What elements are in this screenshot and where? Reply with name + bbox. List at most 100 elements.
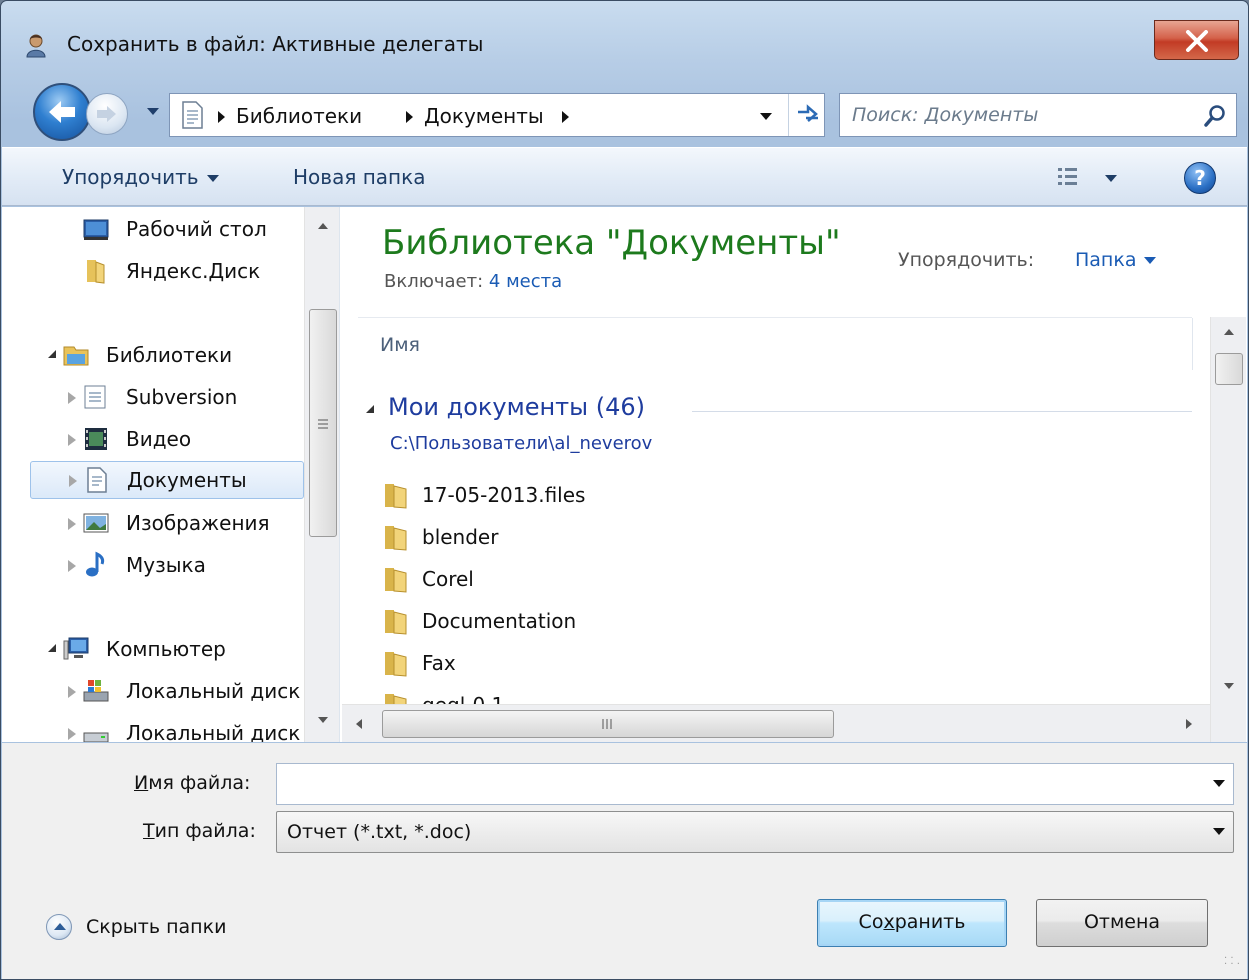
group-header[interactable]: Мои документы (46) <box>362 393 1202 429</box>
back-button[interactable] <box>33 83 91 141</box>
sidebar-item-video[interactable]: Видео <box>62 421 304 457</box>
filetype-select[interactable]: Отчет (*.txt, *.doc) <box>276 811 1234 853</box>
file-name: Corel <box>422 567 474 591</box>
collapsed-arrow-icon[interactable] <box>68 392 76 404</box>
arrange-by-dropdown[interactable]: Папка <box>1075 249 1157 271</box>
folder-icon <box>385 652 407 677</box>
scroll-thumb[interactable] <box>1215 353 1243 385</box>
libraries-icon <box>63 346 89 366</box>
help-icon[interactable]: ? <box>1184 162 1216 194</box>
local-disk-icon <box>83 680 109 702</box>
expanded-arrow-icon[interactable] <box>366 405 374 413</box>
list-horizontal-scrollbar[interactable] <box>342 704 1210 742</box>
expanded-arrow-icon[interactable] <box>48 350 56 358</box>
forward-arrow-icon <box>97 106 116 122</box>
search-box[interactable]: Поиск: Документы <box>839 93 1237 137</box>
scroll-thumb[interactable] <box>309 309 337 537</box>
sidebar-item-desktop[interactable]: Рабочий стол <box>82 211 302 247</box>
scroll-up-icon[interactable] <box>318 223 328 229</box>
address-dropdown-icon[interactable] <box>760 113 772 120</box>
filetype-label: Тип файла: <box>143 820 256 842</box>
filename-label-accelerator: И <box>134 772 149 794</box>
user-icon <box>26 34 46 58</box>
column-header-name[interactable]: Имя <box>380 334 420 356</box>
navigation-scrollbar[interactable] <box>304 207 339 742</box>
close-button[interactable] <box>1154 20 1239 60</box>
sidebar-item-yandex-disk[interactable]: Яндекс.Диск <box>82 253 302 289</box>
resize-grip-icon[interactable]: . .. . . <box>1224 951 1240 967</box>
file-name: Fax <box>422 651 456 675</box>
scroll-thumb[interactable] <box>382 710 834 738</box>
collapsed-arrow-icon[interactable] <box>69 475 77 487</box>
list-item[interactable]: 17-05-2013.files ( <box>378 477 1216 513</box>
save-button[interactable]: Сохранить <box>817 899 1007 947</box>
breadcrumb-documents[interactable]: Документы <box>424 104 544 128</box>
scroll-left-icon[interactable] <box>356 719 362 729</box>
save-form: Имя файла: Тип файла: Отчет (*.txt, *.do… <box>2 743 1247 979</box>
filename-input[interactable] <box>276 763 1234 805</box>
forward-button[interactable] <box>86 93 128 135</box>
sidebar-item-local-disk-c[interactable]: Локальный диск <box>62 673 304 709</box>
sidebar-item-label: Локальный диск <box>126 679 301 703</box>
file-name: gegl-0.1 <box>422 693 504 704</box>
main-area: Рабочий стол Яндекс.Диск Библиотеки Subv… <box>2 207 1247 742</box>
organize-menu[interactable]: Упорядочить <box>62 165 219 189</box>
list-item[interactable]: Documentation 1 <box>378 603 1220 639</box>
collapsed-arrow-icon[interactable] <box>68 434 76 446</box>
sidebar-item-music[interactable]: Музыка <box>62 547 304 583</box>
pictures-icon <box>83 513 109 533</box>
sidebar-item-label: Изображения <box>126 511 270 535</box>
search-placeholder: Поиск: Документы <box>852 104 1039 126</box>
documents-icon <box>182 101 203 129</box>
sidebar-item-label: Библиотеки <box>106 343 233 367</box>
file-name: 17-05-2013.files <box>422 483 586 507</box>
column-divider[interactable] <box>1192 318 1193 370</box>
sidebar-item-pictures[interactable]: Изображения <box>62 505 304 541</box>
cancel-button[interactable]: Отмена <box>1036 899 1208 947</box>
sidebar-item-computer[interactable]: Компьютер <box>42 631 304 667</box>
collapsed-arrow-icon[interactable] <box>68 728 76 740</box>
save-label-start: Со <box>858 911 884 933</box>
expanded-arrow-icon[interactable] <box>48 644 56 652</box>
search-icon[interactable] <box>1204 104 1228 128</box>
collapsed-arrow-icon[interactable] <box>68 686 76 698</box>
scroll-up-icon[interactable] <box>1224 329 1234 335</box>
filename-label-text: мя файла: <box>148 772 251 794</box>
sidebar-item-subversion[interactable]: Subversion <box>62 379 304 415</box>
grip-icon <box>318 419 328 429</box>
recent-pages-dropdown-icon[interactable] <box>146 107 160 117</box>
list-vertical-scrollbar[interactable] <box>1210 317 1246 742</box>
chevron-down-icon <box>206 175 219 182</box>
scroll-down-icon[interactable] <box>1224 683 1234 689</box>
sidebar-item-label: Видео <box>126 427 192 451</box>
sidebar-item-label: Документы <box>127 468 247 492</box>
includes-label: Включает: <box>384 271 484 292</box>
refresh-button[interactable] <box>788 94 826 136</box>
scroll-down-icon[interactable] <box>318 717 328 723</box>
desktop-icon <box>83 219 109 240</box>
list-item[interactable]: Corel 2 <box>378 561 1220 597</box>
list-item[interactable]: Fax ( <box>378 645 1216 681</box>
view-options-button[interactable] <box>1057 166 1127 194</box>
documents-icon <box>87 467 107 493</box>
collapsed-arrow-icon[interactable] <box>68 560 76 572</box>
collapsed-arrow-icon[interactable] <box>68 518 76 530</box>
sidebar-item-documents[interactable]: Документы <box>30 461 304 499</box>
list-item[interactable]: gegl-0.1 ( <box>378 687 1198 704</box>
save-dialog-window: Сохранить в файл: Активные делегаты Библ… <box>0 0 1249 980</box>
includes-locations-link[interactable]: 4 места <box>489 271 562 292</box>
filename-dropdown-icon[interactable] <box>1213 780 1225 787</box>
hide-folders-label: Скрыть папки <box>86 916 227 938</box>
collapse-up-icon <box>46 914 72 940</box>
breadcrumb-libraries[interactable]: Библиотеки <box>236 104 362 128</box>
address-bar[interactable]: Библиотеки Документы <box>169 93 825 137</box>
sidebar-item-local-disk-d[interactable]: Локальный диск <box>62 715 304 742</box>
sidebar-item-libraries[interactable]: Библиотеки <box>42 337 304 373</box>
list-item[interactable]: blender 2 <box>378 519 1220 555</box>
folder-icon <box>385 484 407 509</box>
folder-icon <box>385 610 407 635</box>
new-folder-button[interactable]: Новая папка <box>293 165 425 189</box>
scroll-right-icon[interactable] <box>1186 719 1192 729</box>
chevron-down-icon <box>1213 828 1225 835</box>
sidebar-item-label: Яндекс.Диск <box>126 259 261 283</box>
